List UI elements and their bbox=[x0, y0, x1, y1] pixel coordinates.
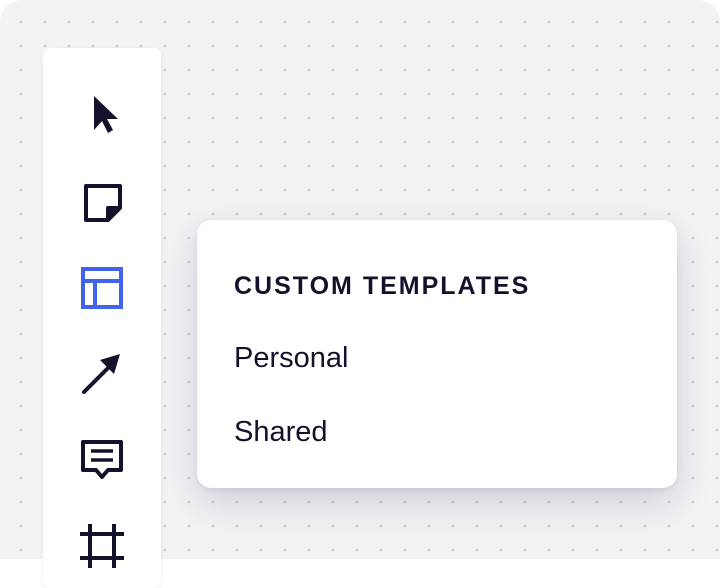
comment-tool-button[interactable] bbox=[78, 436, 126, 484]
tool-sidebar bbox=[43, 48, 161, 588]
select-tool-button[interactable] bbox=[78, 92, 126, 140]
connector-tool-button[interactable] bbox=[78, 350, 126, 398]
custom-templates-menu: CUSTOM TEMPLATES Personal Shared bbox=[197, 220, 677, 488]
cursor-icon bbox=[94, 96, 118, 133]
menu-item-personal[interactable]: Personal bbox=[234, 342, 348, 375]
template-layout-icon bbox=[81, 267, 123, 309]
frame-tool-button[interactable] bbox=[78, 522, 126, 570]
frame-icon bbox=[80, 524, 124, 568]
menu-item-shared[interactable]: Shared bbox=[234, 416, 328, 449]
sticky-note-icon bbox=[84, 184, 122, 222]
menu-heading: CUSTOM TEMPLATES bbox=[234, 272, 531, 300]
arrow-icon bbox=[82, 354, 120, 394]
sticky-note-tool-button[interactable] bbox=[78, 178, 126, 226]
comment-icon bbox=[81, 440, 123, 479]
templates-tool-button[interactable] bbox=[78, 264, 126, 312]
